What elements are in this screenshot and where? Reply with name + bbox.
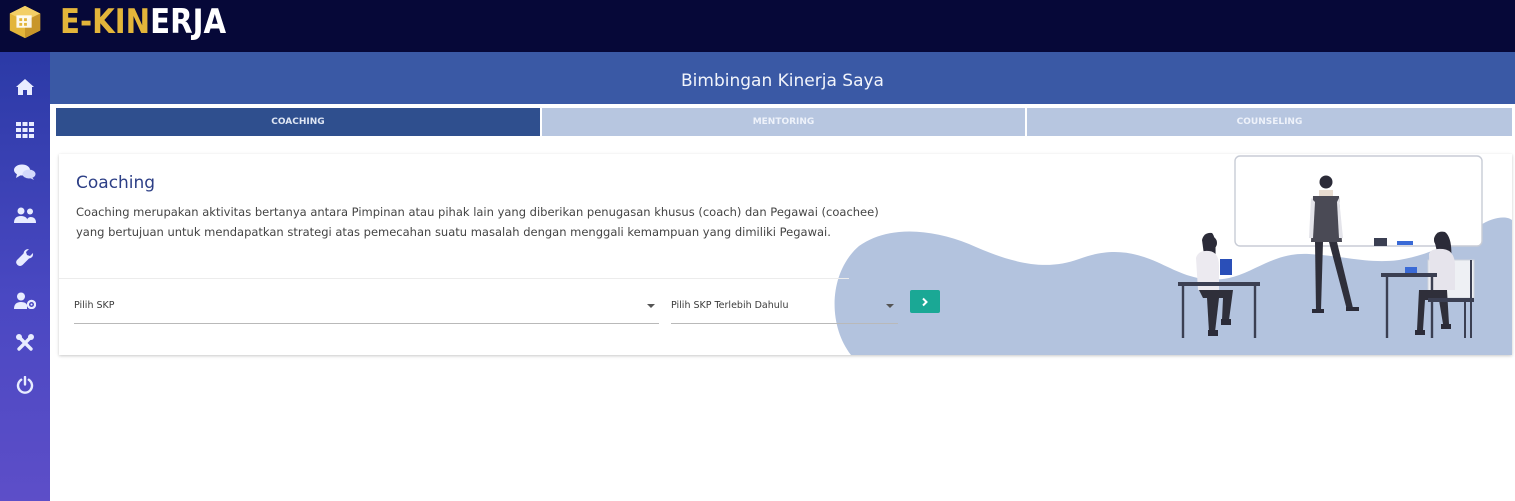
chevron-down-icon [886, 304, 894, 308]
logo-suffix: ERJA [150, 2, 227, 42]
skp-dependent-select-value: Pilih SKP Terlebih Dahulu [671, 300, 789, 311]
sidebar-item-tools[interactable] [0, 326, 50, 360]
go-button[interactable] [910, 290, 940, 313]
card-description: Coaching merupakan aktivitas bertanya an… [76, 205, 879, 239]
card-divider [59, 278, 849, 279]
skp-dependent-select[interactable]: Pilih SKP Terlebih Dahulu [671, 292, 898, 324]
sidebar [0, 52, 50, 501]
chevron-right-icon [922, 297, 928, 306]
tab-bar: COACHING MENTORING COUNSELING [56, 108, 1512, 136]
grid-icon [16, 122, 34, 138]
page-title: Bimbingan Kinerja Saya [681, 71, 884, 91]
sidebar-item-logout[interactable] [0, 368, 50, 402]
sidebar-item-team[interactable] [0, 198, 50, 232]
tools-icon [16, 334, 34, 351]
home-icon [16, 79, 34, 95]
users-icon [14, 207, 36, 223]
sidebar-item-user-settings[interactable] [0, 283, 50, 317]
box-logo-icon [9, 5, 41, 39]
coaching-card: Coaching Coaching merupakan aktivitas be… [59, 154, 1512, 355]
app-logo-text: E-KINERJA [60, 2, 226, 42]
chat-icon [14, 164, 36, 180]
sidebar-item-apps[interactable] [0, 113, 50, 147]
user-settings-icon [14, 292, 36, 309]
sidebar-item-chat[interactable] [0, 155, 50, 189]
card-title: Coaching [76, 173, 156, 193]
tab-mentoring[interactable]: MENTORING [542, 108, 1025, 136]
skp-select[interactable]: Pilih SKP [74, 292, 659, 324]
tab-coaching[interactable]: COACHING [56, 108, 540, 136]
power-icon [16, 376, 34, 394]
logo-prefix: E-KIN [60, 2, 151, 42]
sidebar-item-home[interactable] [0, 70, 50, 104]
skp-select-value: Pilih SKP [74, 300, 115, 311]
tab-counseling[interactable]: COUNSELING [1027, 108, 1512, 136]
chevron-down-icon [647, 304, 655, 308]
wrench-icon [16, 249, 34, 266]
top-bar: E-KINERJA [0, 0, 1515, 52]
coaching-illustration [834, 155, 1512, 355]
page-header: Bimbingan Kinerja Saya [50, 52, 1515, 104]
sidebar-item-settings[interactable] [0, 241, 50, 275]
